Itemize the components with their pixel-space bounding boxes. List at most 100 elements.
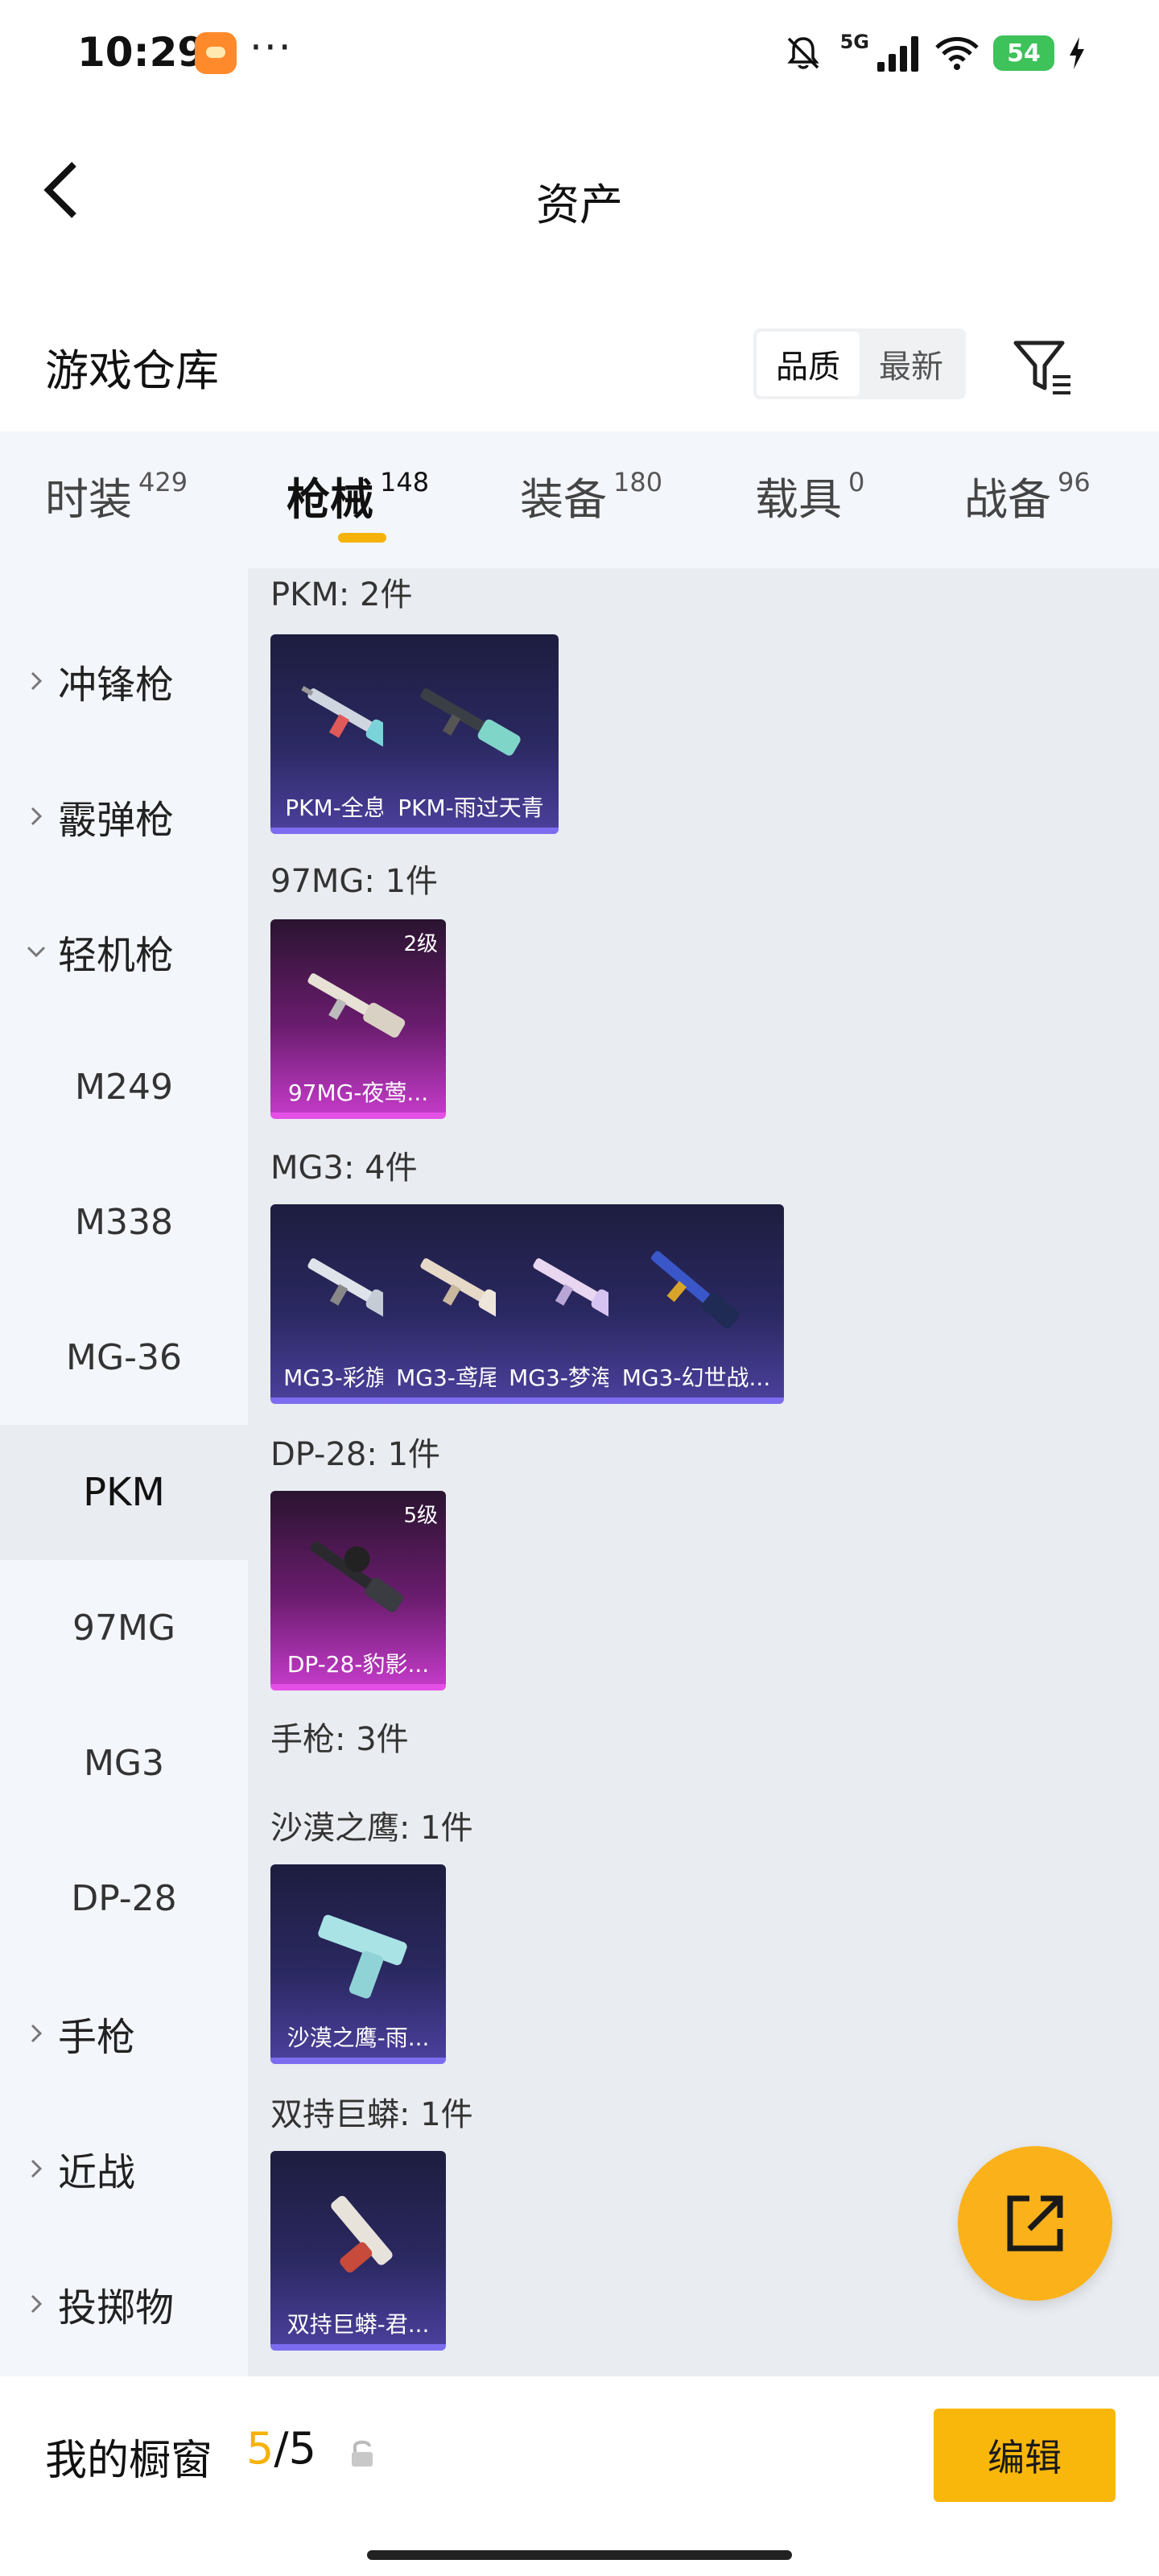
sidebar-item-label: 近战 — [58, 2150, 136, 2195]
app-notification-icon — [195, 32, 237, 74]
chevron-right-icon — [31, 671, 43, 691]
page-title: 资产 — [536, 180, 623, 230]
sidebar-item-mg3[interactable]: MG3 — [0, 1695, 248, 1831]
rifle-icon — [651, 1251, 740, 1329]
warehouse-header: 游戏仓库 品质 最新 — [0, 306, 1159, 419]
sidebar-item-label: M249 — [75, 1066, 173, 1108]
sidebar-item-throwable[interactable]: 投掷物 — [0, 2236, 248, 2372]
rifle-icon — [310, 1541, 404, 1612]
chevron-right-icon — [31, 2024, 43, 2043]
bell-muted-icon — [786, 37, 819, 69]
sidebar-item-label: 手枪 — [58, 2015, 136, 2060]
group-title: 手枪: 3件 — [270, 1721, 409, 1758]
network-type: 5G — [839, 31, 869, 53]
sidebar-item-m249[interactable]: M249 — [0, 1019, 248, 1154]
sidebar-item-label: 97MG — [72, 1607, 176, 1649]
group-title: PKM: 2件 — [270, 576, 413, 613]
showcase-total: 5 — [288, 2423, 316, 2474]
sort-quality-button[interactable]: 品质 — [757, 332, 860, 396]
tab-label: 战备 — [964, 474, 1051, 525]
chevron-down-icon — [27, 946, 46, 958]
tab-label: 时装 — [45, 474, 132, 525]
tab-firearms[interactable]: 枪械 148 — [287, 464, 429, 527]
sidebar-item-label: DP-28 — [71, 1877, 177, 1919]
edit-button[interactable]: 编辑 — [934, 2409, 1116, 2502]
group-title: DP-28: 1件 — [270, 1436, 441, 1473]
tab-count: 0 — [848, 467, 865, 497]
tab-equipment[interactable]: 装备 180 — [520, 464, 662, 527]
battery-icon: 54 — [993, 35, 1054, 71]
sidebar-item-pkm[interactable]: PKM — [0, 1425, 248, 1560]
skin-card[interactable]: 2级 97MG-夜莺... — [270, 919, 446, 1119]
sidebar-item-label: 霰弹枪 — [58, 798, 175, 843]
warehouse-title: 游戏仓库 — [45, 345, 219, 396]
active-tab-indicator — [338, 533, 386, 543]
skin-card[interactable]: MG3-幻世战... — [608, 1204, 784, 1404]
pistol-icon — [331, 2195, 393, 2273]
chevron-right-icon — [31, 2159, 43, 2178]
showcase-separator: / — [274, 2423, 289, 2474]
chevron-right-icon — [31, 2294, 43, 2314]
share-button[interactable] — [958, 2146, 1112, 2301]
status-time: 10:29 — [77, 29, 206, 76]
sidebar-item-m338[interactable]: M338 — [0, 1154, 248, 1290]
showcase-current: 5 — [246, 2423, 274, 2474]
signal-icon — [877, 35, 921, 72]
sidebar-item-shotgun[interactable]: 霰弹枪 — [0, 749, 248, 884]
tab-fashion[interactable]: 时装 429 — [45, 464, 188, 527]
rifle-icon — [307, 973, 406, 1038]
sidebar-item-dp28[interactable]: DP-28 — [0, 1831, 248, 1966]
tab-label: 载具 — [755, 474, 842, 525]
group-title: 97MG: 1件 — [270, 863, 439, 900]
sidebar-item-label: PKM — [83, 1470, 165, 1515]
showcase-count: 5/5 — [246, 2423, 316, 2474]
sidebar-item-lmg[interactable]: 轻机枪 — [0, 884, 248, 1019]
skin-name: DP-28-豹影... — [287, 1651, 430, 1678]
skin-card[interactable]: 沙漠之鹰-雨... — [270, 1864, 446, 2064]
sidebar-item-melee[interactable]: 近战 — [0, 2101, 248, 2236]
tab-supplies[interactable]: 战备 96 — [964, 464, 1091, 527]
chevron-right-icon — [31, 807, 43, 826]
sidebar-item-97mg[interactable]: 97MG — [0, 1560, 248, 1695]
nav-bar: 资产 — [0, 129, 1159, 250]
tab-vehicles[interactable]: 载具 0 — [755, 464, 864, 527]
category-tabs: 时装 429 枪械 148 装备 180 载具 0 战备 96 — [0, 431, 1159, 568]
lock-icon — [352, 2440, 373, 2467]
tab-label: 装备 — [520, 474, 607, 525]
showcase-label: 我的橱窗 — [45, 2437, 213, 2485]
skin-name: 97MG-夜莺... — [287, 1080, 429, 1106]
sidebar-item-mg36[interactable]: MG-36 — [0, 1290, 248, 1425]
tab-count: 96 — [1058, 467, 1091, 497]
weapon-category-sidebar: 冲锋枪 霰弹枪 轻机枪 M249 M338 MG-36 PKM 97MG MG3… — [0, 568, 248, 2376]
weapon-grid: PKM: 2件 PKM-全息游灵 PKM-雨过天青 97MG: 1件 2级 97… — [248, 568, 1159, 2376]
sidebar-item-label: MG-36 — [66, 1336, 182, 1378]
group-title: 双持巨蟒: 1件 — [270, 2096, 473, 2133]
skin-card[interactable]: 双持巨蟒-君... — [270, 2151, 446, 2351]
sort-newest-button[interactable]: 最新 — [860, 332, 963, 396]
wifi-icon — [935, 37, 979, 70]
external-link-icon — [1007, 2195, 1063, 2252]
sidebar-item-pistol[interactable]: 手枪 — [0, 1966, 248, 2101]
skin-name: MG3-幻世战... — [621, 1364, 771, 1391]
sort-toggle: 品质 最新 — [753, 328, 966, 399]
skin-name: PKM-雨过天青 — [398, 795, 544, 821]
charging-icon — [1070, 37, 1084, 69]
skin-card[interactable]: PKM-雨过天青 — [383, 634, 559, 834]
tab-count: 148 — [380, 467, 430, 497]
sidebar-item-label: 轻机枪 — [58, 933, 175, 978]
sidebar-item-label: MG3 — [83, 1742, 165, 1784]
sidebar-item-label: 投掷物 — [58, 2285, 175, 2330]
sidebar-item-label: 冲锋枪 — [58, 663, 175, 708]
home-indicator[interactable] — [367, 2550, 792, 2560]
group-title: 沙漠之鹰: 1件 — [270, 1810, 473, 1847]
filter-icon[interactable] — [1011, 335, 1075, 399]
rifle-icon — [420, 688, 521, 756]
tab-count: 429 — [138, 467, 188, 497]
skin-name: 双持巨蟒-君... — [287, 2311, 430, 2338]
sidebar-item-smg[interactable]: 冲锋枪 — [0, 613, 248, 749]
skin-card[interactable]: 5级 DP-28-豹影... — [270, 1491, 446, 1690]
group-title: MG3: 4件 — [270, 1150, 418, 1187]
tab-label: 枪械 — [287, 474, 373, 525]
status-bar: 10:29 ··· 5G 54 — [0, 0, 1159, 105]
pistol-icon — [318, 1914, 407, 1999]
